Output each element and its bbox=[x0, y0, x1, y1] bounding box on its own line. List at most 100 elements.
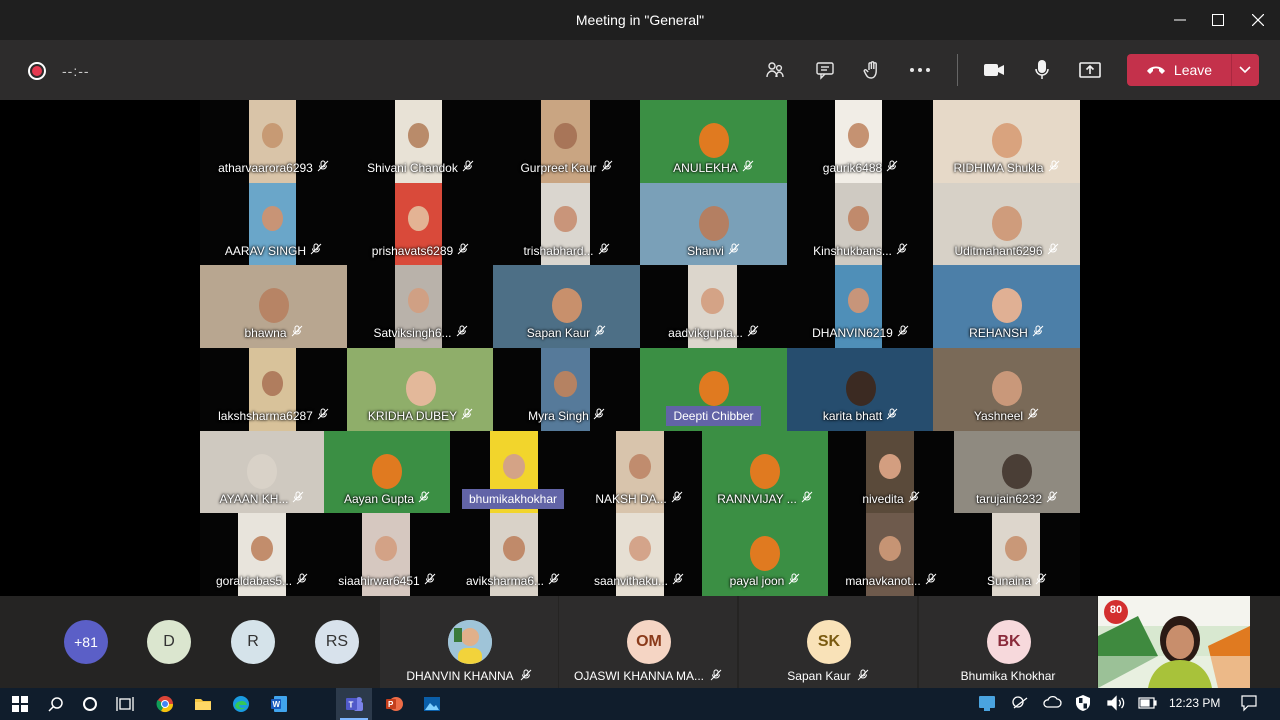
participant-video-tile[interactable]: Kinshukbans... bbox=[787, 183, 934, 266]
participant-video-tile[interactable]: Yashneel bbox=[933, 348, 1080, 431]
participant-video-tile[interactable]: RANNVIJAY ... bbox=[702, 431, 828, 514]
participant-video-tile[interactable]: manavkanot... bbox=[828, 513, 954, 596]
windows-icon[interactable] bbox=[8, 692, 32, 716]
mic-muted-icon bbox=[292, 490, 304, 508]
raise-hand-icon[interactable] bbox=[856, 54, 888, 86]
participant-video-tile[interactable]: Sunaina bbox=[954, 513, 1080, 596]
system-clock[interactable]: 12:23 PM bbox=[1169, 696, 1220, 710]
participant-name: Bhumika Khokhar bbox=[960, 669, 1056, 683]
avatar[interactable]: D bbox=[147, 620, 191, 664]
self-view-video[interactable]: 80 bbox=[1098, 596, 1250, 688]
participant-face bbox=[698, 123, 729, 158]
more-icon[interactable] bbox=[904, 54, 936, 86]
recording-icon bbox=[28, 62, 46, 80]
mic-muted-icon bbox=[598, 242, 610, 260]
participant-video-tile[interactable]: AYAAN KH... bbox=[200, 431, 324, 514]
windows-taskbar: W T P 12:23 PM bbox=[0, 688, 1280, 720]
participant-video-tile[interactable]: gaurik6488 bbox=[787, 100, 934, 183]
participant-video-tile[interactable]: nivedita bbox=[828, 431, 954, 514]
participant-video-tile[interactable]: prishavats6289 bbox=[347, 183, 494, 266]
word-icon[interactable]: W bbox=[267, 692, 291, 716]
chrome-icon[interactable] bbox=[153, 692, 177, 716]
participant-video-tile[interactable]: Gurpreet Kaur bbox=[493, 100, 640, 183]
participant-video-tile[interactable]: Sapan Kaur bbox=[493, 265, 640, 348]
notifications-icon[interactable] bbox=[1240, 694, 1258, 715]
mic-muted-icon bbox=[548, 572, 560, 590]
participant-video-tile[interactable]: Uditmahant6296 bbox=[933, 183, 1080, 266]
participant-video-tile[interactable]: REHANSH bbox=[933, 265, 1080, 348]
participant-face bbox=[554, 123, 577, 149]
cloud-icon[interactable] bbox=[1042, 695, 1062, 712]
minimize-icon[interactable] bbox=[1160, 0, 1200, 40]
participant-video-tile[interactable]: karita bhatt bbox=[787, 348, 934, 431]
participant-video-tile[interactable]: tarujain6232 bbox=[954, 431, 1080, 514]
camera-icon[interactable] bbox=[978, 54, 1010, 86]
participant-name-bar: Shivani Chandok bbox=[347, 157, 494, 179]
participant-face bbox=[1005, 536, 1027, 562]
participant-card[interactable]: SK Sapan Kaur bbox=[739, 596, 917, 688]
participant-video-tile[interactable]: siaahirwar6451 bbox=[324, 513, 450, 596]
participant-video-tile[interactable]: bhawna bbox=[200, 265, 347, 348]
participant-video-tile[interactable]: Shanvi bbox=[640, 183, 787, 266]
participant-face bbox=[698, 206, 729, 241]
security-status-icon[interactable] bbox=[1011, 694, 1029, 715]
battery-icon[interactable] bbox=[1138, 697, 1158, 712]
defender-icon[interactable] bbox=[1075, 694, 1091, 715]
participant-name: Shivani Chandok bbox=[367, 161, 458, 175]
search-icon[interactable] bbox=[44, 692, 68, 716]
participant-video-tile[interactable]: trishabhard... bbox=[493, 183, 640, 266]
participant-video-tile[interactable]: Myra Singh bbox=[493, 348, 640, 431]
mic-muted-icon bbox=[925, 572, 937, 590]
participant-video-tile[interactable]: payal joon bbox=[702, 513, 828, 596]
powerpoint-icon[interactable]: P bbox=[382, 692, 406, 716]
teams-icon[interactable]: T bbox=[342, 692, 366, 716]
participant-video-tile[interactable]: Deepti Chibber bbox=[640, 348, 787, 431]
chevron-down-icon[interactable] bbox=[1231, 54, 1259, 86]
chat-icon[interactable] bbox=[809, 54, 841, 86]
file-explorer-icon[interactable] bbox=[191, 692, 215, 716]
participant-video-tile[interactable]: AARAV SINGH bbox=[200, 183, 347, 266]
people-icon[interactable] bbox=[759, 54, 791, 86]
participant-card[interactable]: DHANVIN KHANNA bbox=[380, 596, 558, 688]
participant-video-tile[interactable]: ANULEKHA bbox=[640, 100, 787, 183]
photos-icon[interactable] bbox=[420, 692, 444, 716]
edge-icon[interactable] bbox=[229, 692, 253, 716]
cortana-icon[interactable] bbox=[78, 692, 102, 716]
participant-video-tile[interactable]: RIDHIMA Shukla bbox=[933, 100, 1080, 183]
participant-name-bar: NAKSH DA... bbox=[576, 488, 702, 510]
participant-name-bar: Myra Singh bbox=[493, 405, 640, 427]
participant-name: Aayan Gupta bbox=[343, 492, 415, 506]
mic-muted-icon bbox=[418, 490, 430, 508]
participant-card[interactable]: BK Bhumika Khokhar bbox=[919, 596, 1097, 688]
participant-video-tile[interactable]: lakshsharma6287 bbox=[200, 348, 347, 431]
avatar[interactable]: RS bbox=[315, 620, 359, 664]
participant-video-tile[interactable]: Shivani Chandok bbox=[347, 100, 494, 183]
participant-video-tile[interactable]: Satviksingh6... bbox=[347, 265, 494, 348]
more-participants-button[interactable]: +81 bbox=[64, 620, 108, 664]
participant-video-tile[interactable]: atharvaarora6293 bbox=[200, 100, 347, 183]
participant-video-tile[interactable]: NAKSH DA... bbox=[576, 431, 702, 514]
microphone-icon[interactable] bbox=[1026, 54, 1058, 86]
participant-name-bar: manavkanot... bbox=[828, 570, 954, 592]
participant-card[interactable]: OM OJASWI KHANNA MA... bbox=[559, 596, 737, 688]
avatar[interactable]: R bbox=[231, 620, 275, 664]
participant-video-tile[interactable]: bhumikakhokhar bbox=[450, 431, 576, 514]
maximize-icon[interactable] bbox=[1198, 0, 1238, 40]
participant-name-bar: lakshsharma6287 bbox=[200, 405, 347, 427]
participant-video-tile[interactable]: DHANVIN6219 bbox=[787, 265, 934, 348]
participant-name-bar: prishavats6289 bbox=[347, 240, 494, 262]
participant-face bbox=[258, 288, 289, 323]
participant-video-tile[interactable]: saanvithaku... bbox=[576, 513, 702, 596]
participant-video-tile[interactable]: Aayan Gupta bbox=[324, 431, 450, 514]
volume-icon[interactable] bbox=[1106, 695, 1126, 714]
close-icon[interactable] bbox=[1238, 0, 1278, 40]
svg-text:W: W bbox=[273, 700, 281, 709]
share-screen-icon[interactable] bbox=[1074, 54, 1106, 86]
task-view-icon[interactable] bbox=[113, 692, 137, 716]
participant-video-tile[interactable]: aviksharma6... bbox=[450, 513, 576, 596]
participant-video-tile[interactable]: KRIDHA DUBEY bbox=[347, 348, 494, 431]
participant-video-tile[interactable]: aadvikgupta... bbox=[640, 265, 787, 348]
network-app-icon[interactable] bbox=[978, 694, 996, 715]
leave-button[interactable]: Leave bbox=[1127, 54, 1259, 86]
participant-video-tile[interactable]: goraldabas5... bbox=[200, 513, 324, 596]
